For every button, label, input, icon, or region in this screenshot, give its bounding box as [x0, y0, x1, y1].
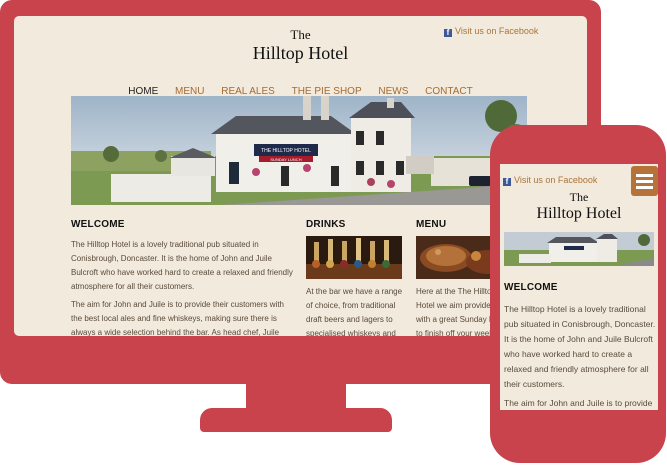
mobile-facebook-link-text: Visit us on Facebook: [514, 175, 598, 185]
mobile-welcome-heading: WELCOME: [504, 282, 558, 293]
mobile-hero-image: [504, 232, 654, 266]
welcome-text: The Hilltop Hotel is a lovely traditiona…: [71, 238, 296, 336]
logo-line-name: Hilltop Hotel: [252, 43, 349, 63]
welcome-heading: WELCOME: [71, 219, 125, 230]
hamburger-icon-line-3: [636, 186, 653, 189]
hero-sign-name: THE HILLTOP HOTEL: [261, 148, 311, 154]
pub-photo-illustration: THE HILLTOP HOTEL SUNDAY LUNCH: [71, 96, 527, 205]
hero-sign-sub: SUNDAY LUNCH: [270, 157, 301, 162]
site-logo[interactable]: The Hilltop Hotel: [14, 27, 587, 64]
menu-heading: MENU: [416, 219, 447, 230]
mobile-facebook-icon: f: [503, 178, 511, 186]
mobile-site-logo[interactable]: The Hilltop Hotel: [500, 190, 658, 223]
mobile-welcome-paragraph-2: The aim for John and Juile is to provide: [504, 398, 653, 408]
drinks-text: At the bar we have a range of choice, fr…: [306, 287, 403, 336]
mobile-facebook-link[interactable]: f Visit us on Facebook: [503, 175, 597, 186]
welcome-paragraph-2: The aim for John and Juile is to provide…: [71, 300, 284, 336]
drinks-image[interactable]: [306, 236, 402, 279]
mobile-screen: f Visit us on Facebook The Hilltop Hotel …: [500, 164, 658, 410]
mobile-welcome-text: The Hilltop Hotel is a lovely traditiona…: [504, 302, 656, 410]
monitor-stand: [200, 408, 392, 432]
mobile-pub-photo-illustration: [504, 232, 654, 266]
drinks-heading: DRINKS: [306, 219, 346, 230]
hero-image: THE HILLTOP HOTEL SUNDAY LUNCH: [71, 96, 527, 205]
mobile-logo-line-the: The: [569, 190, 589, 204]
mobile-logo-line-name: Hilltop Hotel: [536, 205, 622, 222]
hamburger-icon-line-2: [636, 180, 653, 183]
beer-pumps-illustration: [306, 236, 402, 279]
logo-line-the: The: [290, 27, 311, 42]
hamburger-icon: [636, 174, 653, 177]
mobile-welcome-paragraph-1: The Hilltop Hotel is a lovely traditiona…: [504, 304, 656, 389]
welcome-paragraph-1: The Hilltop Hotel is a lovely traditiona…: [71, 240, 293, 291]
